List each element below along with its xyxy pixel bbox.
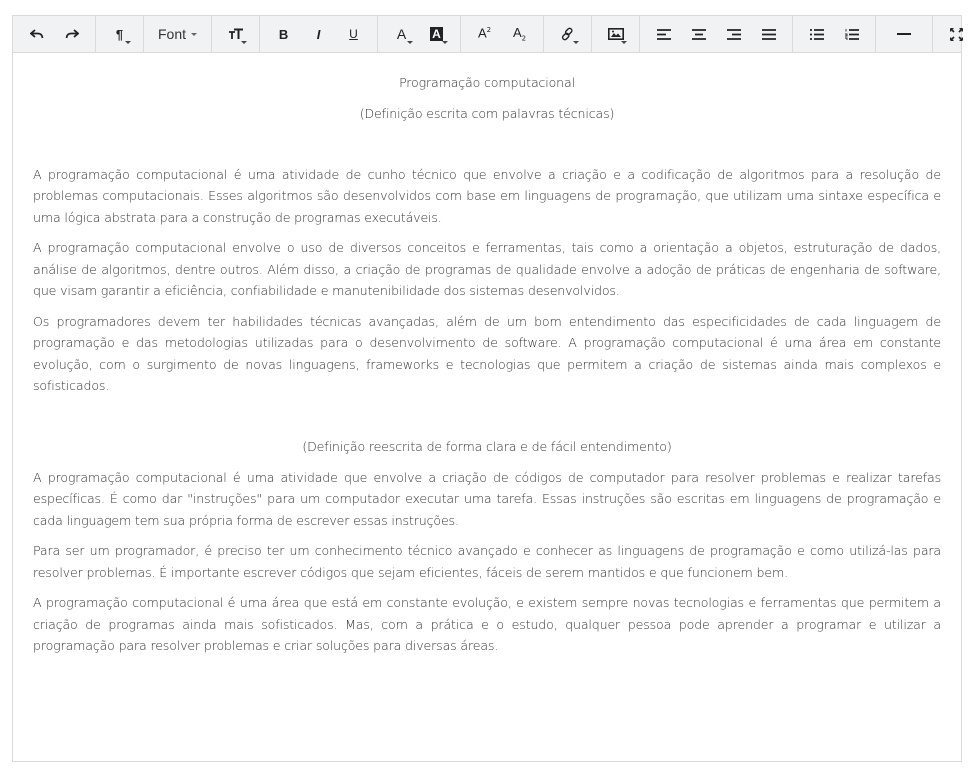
font-button[interactable]: Font: [143, 16, 213, 52]
align-center-button[interactable]: [681, 16, 716, 52]
history-group: [13, 16, 96, 52]
view-group: [933, 16, 976, 52]
color-group: A A: [378, 16, 462, 52]
editor-toolbar: ¶ Font B I U A A A2 A2: [13, 16, 964, 53]
paragraph: Os programadores devem ter habilidades t…: [33, 313, 941, 394]
paragraph: A programação computacional envolve o us…: [33, 240, 941, 298]
underline-icon: U: [349, 27, 358, 41]
paragraph: A programação computacional é uma ativid…: [33, 166, 941, 225]
bold-button[interactable]: B: [266, 16, 301, 52]
link-icon: [561, 27, 575, 41]
script-group: A2 A2: [461, 16, 545, 52]
paragraph: A programação computacional é uma ativid…: [33, 469, 941, 528]
link-group: [544, 16, 593, 52]
align-center-icon: [691, 28, 706, 40]
fullscreen-icon: [950, 27, 964, 41]
redo-button[interactable]: [54, 16, 89, 52]
caret-icon: [573, 41, 580, 44]
empty-line: [33, 406, 941, 428]
italic-icon: I: [316, 26, 321, 42]
style-group: B I U: [260, 16, 379, 52]
rich-text-editor: ¶ Font B I U A A A2 A2 Programação compu…: [12, 15, 964, 762]
highlight-color-button[interactable]: A: [419, 16, 454, 52]
caret-icon: [241, 41, 248, 44]
horizontal-rule-button[interactable]: [882, 16, 926, 52]
undo-icon: [29, 28, 44, 40]
caret-icon: [407, 41, 414, 44]
paragraph-style-button[interactable]: ¶: [102, 16, 137, 52]
editor-content[interactable]: Programação computacional (Definição esc…: [13, 53, 961, 657]
font-size-button[interactable]: [218, 16, 253, 52]
document-title: Programação computacional: [399, 75, 575, 90]
list-group: [793, 16, 877, 52]
font-color-icon: A: [396, 26, 407, 42]
font-color-button[interactable]: A: [384, 16, 419, 52]
italic-button[interactable]: I: [301, 16, 336, 52]
caret-icon: [125, 41, 131, 44]
align-group: [640, 16, 794, 52]
horizontal-rule-icon: [897, 32, 912, 36]
font-label: Font: [158, 26, 187, 42]
align-right-icon: [726, 28, 741, 40]
image-button[interactable]: [598, 16, 633, 52]
numbered-list-icon: [844, 28, 859, 40]
align-justify-button[interactable]: [751, 16, 786, 52]
paragraph: Para ser um programador, é preciso ter u…: [33, 543, 941, 580]
subtitle-simple: (Definição reescrita de forma clara e de…: [302, 439, 672, 454]
superscript-button[interactable]: A2: [467, 16, 502, 52]
text-size-icon: [228, 28, 244, 40]
image-group: [592, 16, 641, 52]
bullet-list-button[interactable]: [799, 16, 834, 52]
paragraph-icon: ¶: [115, 26, 124, 42]
numbered-list-button[interactable]: [834, 16, 869, 52]
subtitle-technical: (Definição escrita com palavras técnicas…: [359, 105, 615, 121]
caret-icon: [442, 41, 449, 44]
bold-icon: B: [278, 26, 289, 42]
paragraph: A programação computacional é uma área q…: [33, 595, 941, 653]
subscript-icon: A2: [512, 24, 527, 43]
redo-icon: [65, 28, 79, 40]
superscript-icon: A2: [477, 25, 492, 41]
underline-button[interactable]: U: [336, 16, 371, 52]
align-left-icon: [656, 28, 671, 40]
link-button[interactable]: [550, 16, 585, 52]
empty-line: [33, 133, 941, 155]
rule-group: [876, 16, 934, 52]
undo-button[interactable]: [19, 16, 54, 52]
fullscreen-button[interactable]: [939, 16, 974, 52]
highlight-icon: A: [430, 27, 443, 41]
subscript-button[interactable]: A2: [502, 16, 537, 52]
align-left-button[interactable]: [646, 16, 681, 52]
image-icon: [607, 28, 624, 40]
format-group: ¶ Font: [96, 16, 261, 52]
bullet-list-icon: [809, 28, 824, 40]
align-right-button[interactable]: [716, 16, 751, 52]
align-justify-icon: [761, 28, 776, 40]
chevron-down-icon: [191, 32, 198, 36]
caret-icon: [621, 41, 628, 44]
